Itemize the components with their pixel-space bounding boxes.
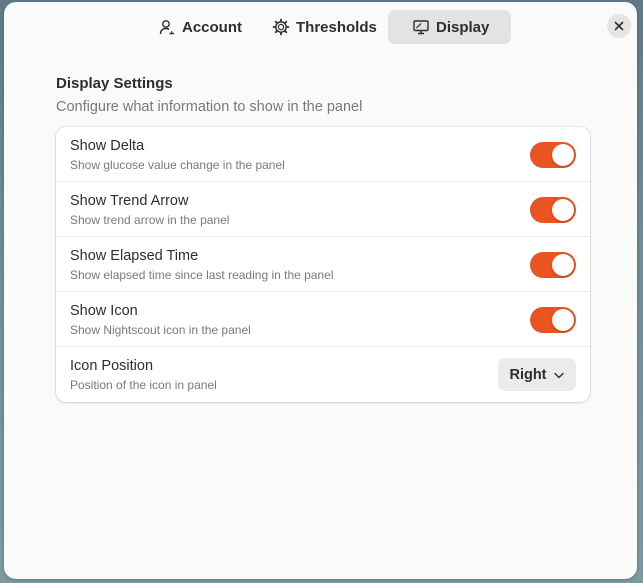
row-subtitle: Show Nightscout icon in the panel — [70, 323, 251, 337]
tab-bar: Account Thresholds Display — [144, 10, 511, 44]
switch-knob — [552, 254, 574, 276]
close-icon — [614, 21, 624, 31]
row-title: Show Elapsed Time — [70, 248, 199, 264]
show-trend-arrow-switch[interactable] — [530, 197, 576, 223]
switch-knob — [552, 144, 574, 166]
chevron-down-icon — [553, 369, 565, 381]
section-subtitle: Configure what information to show in th… — [56, 99, 363, 115]
tab-thresholds-label: Thresholds — [296, 18, 377, 36]
tab-display[interactable]: Display — [388, 10, 511, 44]
switch-knob — [552, 199, 574, 221]
row-subtitle: Show trend arrow in the panel — [70, 213, 230, 227]
preferences-window: Account Thresholds Display Display Setti… — [4, 2, 637, 579]
tab-account-label: Account — [182, 18, 242, 36]
row-show-trend-arrow: Show Trend Arrow Show trend arrow in the… — [56, 182, 590, 237]
gear-icon — [272, 18, 290, 36]
row-subtitle: Position of the icon in panel — [70, 378, 217, 392]
tab-account[interactable]: Account — [144, 10, 252, 44]
header-bar: Account Thresholds Display — [4, 2, 637, 50]
settings-list: Show Delta Show glucose value change in … — [56, 127, 590, 402]
tab-display-label: Display — [436, 18, 490, 36]
switch-knob — [552, 309, 574, 331]
close-button[interactable] — [607, 14, 631, 38]
show-elapsed-time-switch[interactable] — [530, 252, 576, 278]
monitor-icon — [412, 18, 430, 36]
person-icon — [158, 18, 176, 36]
row-title: Show Delta — [70, 138, 145, 154]
icon-position-dropdown[interactable]: Right — [498, 358, 576, 391]
row-title: Show Icon — [70, 303, 138, 319]
row-subtitle: Show glucose value change in the panel — [70, 158, 285, 172]
row-show-elapsed-time: Show Elapsed Time Show elapsed time sinc… — [56, 237, 590, 292]
row-show-icon: Show Icon Show Nightscout icon in the pa… — [56, 292, 590, 347]
row-icon-position: Icon Position Position of the icon in pa… — [56, 347, 590, 402]
row-show-delta: Show Delta Show glucose value change in … — [56, 127, 590, 182]
row-subtitle: Show elapsed time since last reading in … — [70, 268, 334, 282]
dropdown-value: Right — [509, 366, 547, 383]
row-title: Show Trend Arrow — [70, 193, 189, 209]
section-title: Display Settings — [56, 75, 173, 92]
row-title: Icon Position — [70, 358, 154, 374]
tab-thresholds[interactable]: Thresholds — [258, 10, 382, 44]
show-delta-switch[interactable] — [530, 142, 576, 168]
display-settings-page: Display Settings Configure what informat… — [56, 74, 590, 402]
show-icon-switch[interactable] — [530, 307, 576, 333]
